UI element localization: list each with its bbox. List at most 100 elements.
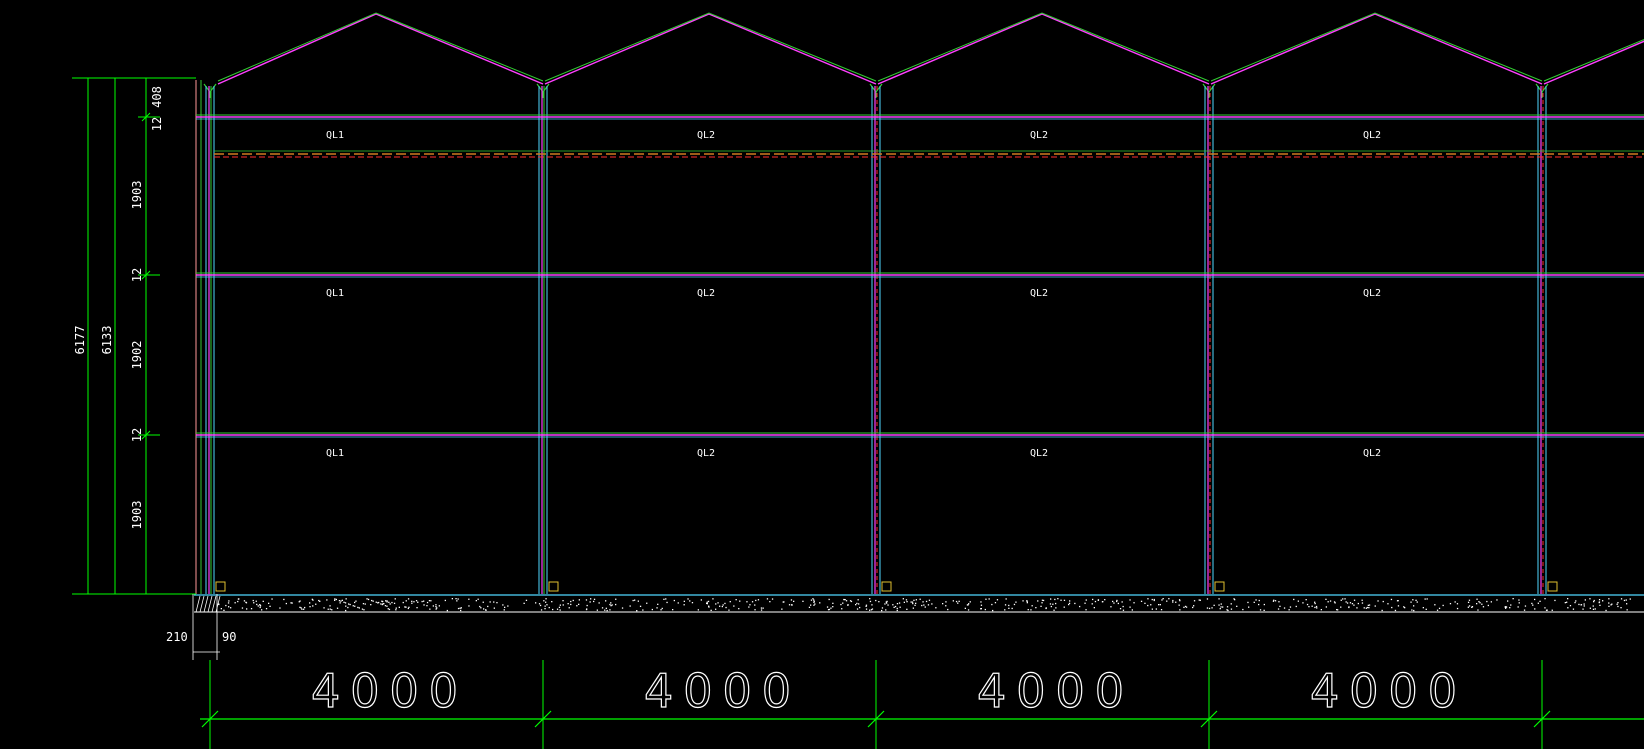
- ground-speckle: [1004, 604, 1007, 606]
- ground-speckle: [1434, 604, 1436, 606]
- ground-speckle: [967, 609, 970, 611]
- ground-speckle: [1053, 609, 1055, 611]
- ground-speckle: [757, 599, 760, 601]
- beam-label: QL2: [697, 130, 715, 141]
- ground-speckle: [858, 603, 860, 605]
- ground-speckle: [1193, 600, 1196, 602]
- ground-speckle: [712, 598, 714, 600]
- cad-drawing-canvas[interactable]: 6177 6133 408 12 1903 12 1902 12 1903 21…: [0, 0, 1644, 749]
- ground-speckle: [1288, 609, 1290, 611]
- ground-speckle: [1168, 598, 1170, 600]
- ground-speckle: [865, 608, 868, 610]
- ground-speckle: [1117, 602, 1119, 605]
- ground-speckle: [1308, 606, 1310, 608]
- ground-speckle: [1608, 605, 1610, 607]
- ground-speckle: [455, 598, 457, 600]
- ground-speckle: [657, 603, 659, 605]
- ground-speckle: [459, 607, 461, 609]
- ground-speckle: [1456, 607, 1459, 610]
- ground-speckle: [1131, 609, 1133, 611]
- ground-speckle: [885, 609, 887, 611]
- ground-speckle: [1112, 600, 1114, 603]
- ground-speckle: [1147, 604, 1149, 607]
- ground-speckle: [899, 606, 901, 608]
- ground-speckle: [832, 602, 834, 604]
- ground-speckle: [721, 605, 723, 608]
- greenhouse-elevation-drawing: 6177 6133 408 12 1903 12 1902 12 1903 21…: [0, 0, 1644, 749]
- ground-speckle: [387, 608, 389, 610]
- ground-speckle: [331, 609, 333, 611]
- ground-speckle: [1413, 609, 1415, 612]
- ground-speckle: [393, 602, 396, 604]
- ground-speckle: [1554, 599, 1556, 602]
- ground-speckle: [893, 606, 895, 608]
- ground-speckle: [1022, 600, 1024, 602]
- ground-speckle: [1259, 609, 1262, 611]
- ground-speckle: [706, 602, 708, 604]
- ground-speckle: [556, 608, 559, 610]
- ground-speckle: [1230, 603, 1232, 605]
- ground-speckle: [1361, 599, 1363, 601]
- ground-speckle: [1247, 601, 1249, 604]
- ground-speckle: [1166, 600, 1168, 602]
- ground-speckle: [1424, 598, 1426, 600]
- ground-speckle: [1387, 603, 1389, 605]
- ground-speckle: [386, 601, 388, 603]
- ground-speckle: [1616, 603, 1618, 605]
- ground-speckle: [1593, 599, 1595, 602]
- ground-speckle: [697, 609, 699, 611]
- ground-speckle: [1220, 606, 1222, 608]
- ground-speckle: [570, 600, 572, 603]
- ground-speckle: [1040, 605, 1042, 607]
- ground-speckle: [1179, 609, 1181, 611]
- ground-speckle: [382, 603, 384, 605]
- ground-speckle: [1411, 609, 1413, 611]
- ground-speckle: [457, 598, 459, 600]
- ground-speckle: [227, 602, 230, 604]
- ground-speckle: [1610, 604, 1612, 606]
- ground-speckle: [610, 602, 612, 604]
- ground-speckle: [1004, 609, 1006, 611]
- ground-speckle: [911, 601, 914, 603]
- ground-speckle: [496, 602, 498, 604]
- ground-speckle: [1346, 602, 1349, 604]
- ground-speckle: [1572, 608, 1575, 610]
- ground-speckle: [1293, 598, 1295, 601]
- ground-speckle: [570, 603, 572, 606]
- ground-speckle: [1425, 608, 1427, 610]
- ground-speckle: [1110, 606, 1112, 608]
- ground-speckle: [887, 604, 889, 606]
- ground-speckle: [1060, 599, 1062, 601]
- ground-speckle: [460, 607, 462, 609]
- ground-speckle: [394, 598, 396, 600]
- ground-speckle: [1334, 602, 1336, 604]
- ground-speckle: [660, 609, 662, 611]
- ground-speckle: [892, 604, 894, 606]
- dim-segment-middle: 1902: [130, 341, 144, 370]
- ground-speckle: [905, 599, 908, 601]
- ground-speckle: [827, 609, 830, 611]
- ground-speckle: [1342, 598, 1344, 600]
- ground-speckle: [593, 598, 596, 600]
- ground-speckle: [578, 603, 580, 605]
- ground-speckle: [234, 602, 236, 604]
- ground-speckle: [1234, 599, 1236, 601]
- ground-speckle: [1161, 599, 1163, 601]
- ground-speckle: [545, 598, 547, 600]
- ground-speckle: [345, 598, 347, 600]
- ground-speckle: [311, 598, 313, 600]
- ground-speckle: [1477, 609, 1479, 611]
- ground-speckle: [754, 609, 756, 611]
- ground-speckle: [1055, 602, 1057, 605]
- ground-speckle: [715, 608, 717, 610]
- ground-speckle: [1531, 602, 1533, 605]
- beam-label: QL2: [697, 288, 715, 299]
- ground-speckle: [810, 604, 812, 606]
- beam-label: QL2: [1363, 130, 1381, 141]
- ground-speckle: [1068, 602, 1071, 604]
- ground-speckle: [813, 601, 815, 603]
- ground-speckle: [691, 602, 694, 604]
- ground-speckle: [585, 608, 588, 611]
- ground-speckle: [988, 598, 990, 600]
- ground-speckle: [1608, 598, 1610, 600]
